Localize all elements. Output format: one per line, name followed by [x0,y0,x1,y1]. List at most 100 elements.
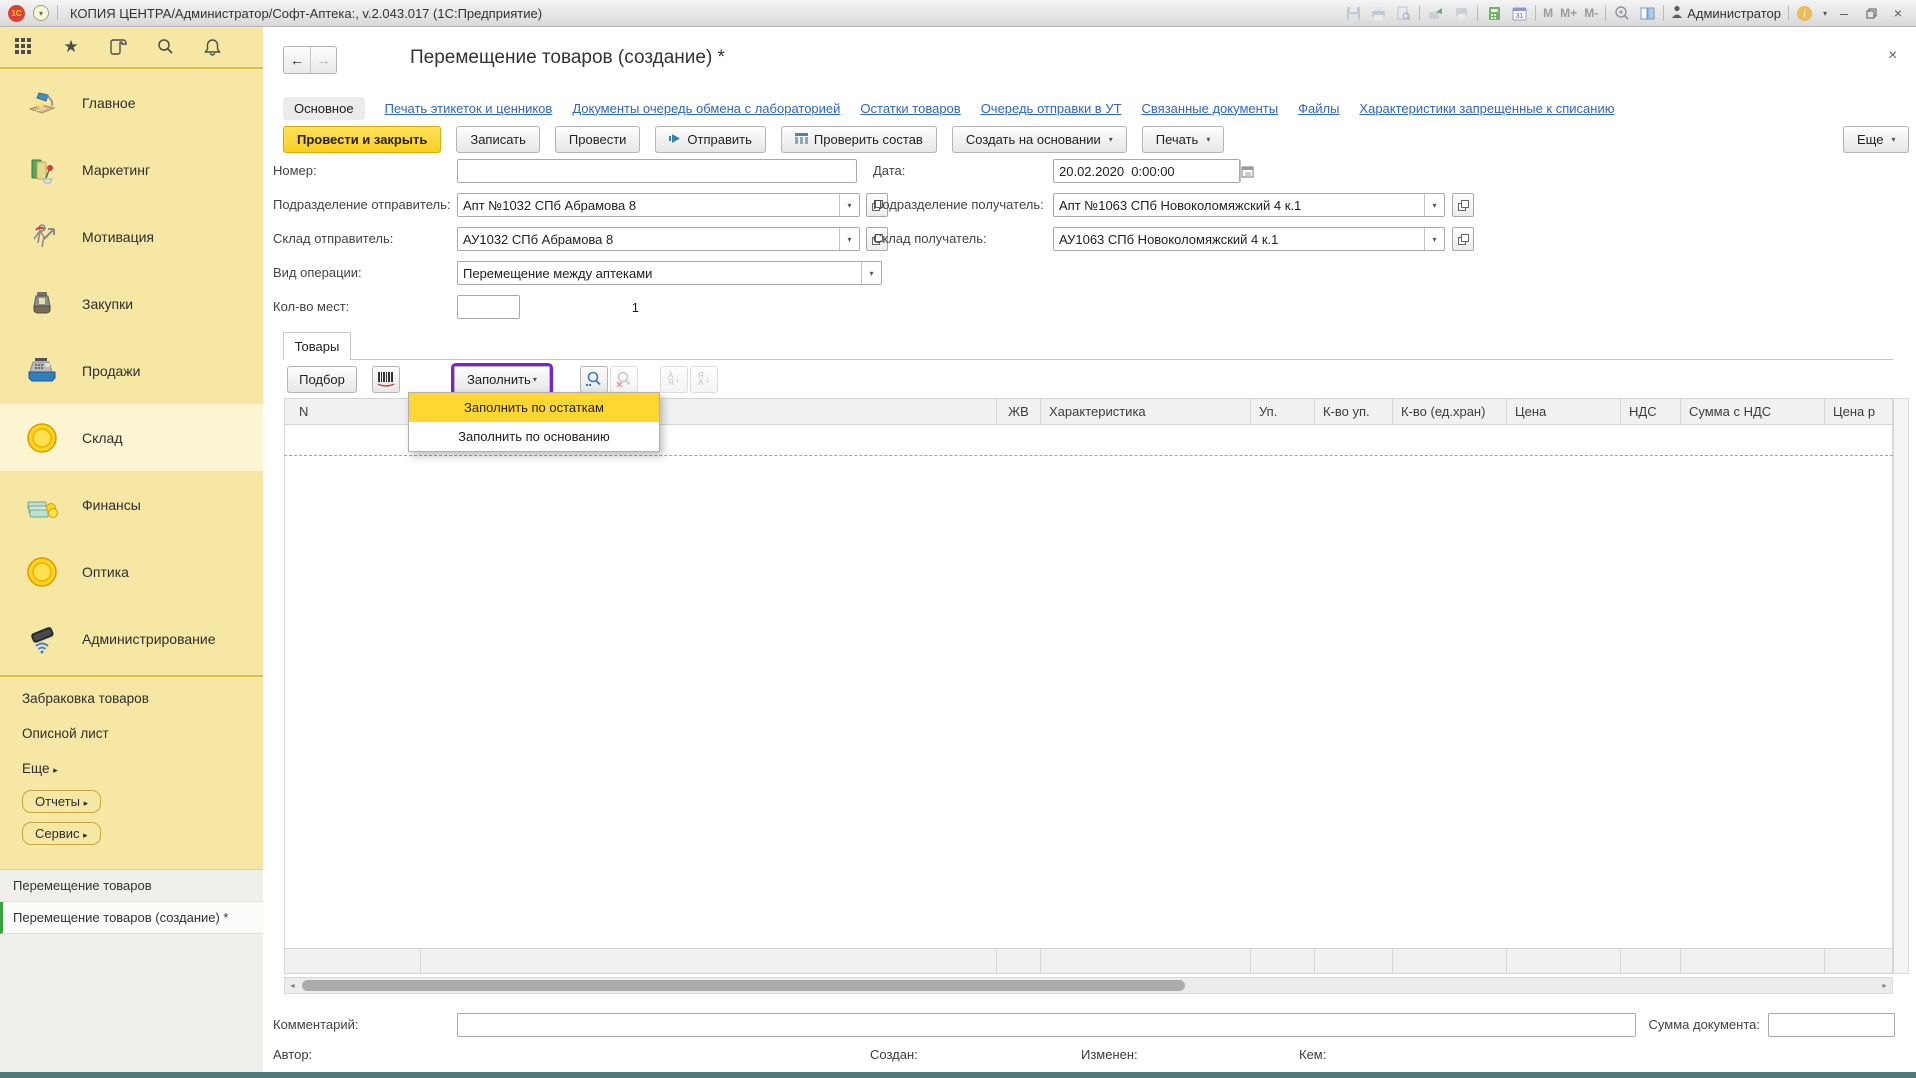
find-button[interactable] [580,366,608,393]
chevron-down-icon[interactable]: ▾ [1424,228,1444,250]
calculator-icon[interactable] [1485,4,1503,22]
receiver-warehouse-open-button[interactable] [1452,227,1474,251]
scrollbar-thumb[interactable] [302,980,1185,991]
save-icon[interactable] [1344,4,1362,22]
calendar-icon[interactable]: 31 [1510,4,1528,22]
minimize-button[interactable]: – [1834,4,1854,22]
sidebar-link-zabrakovka[interactable]: Забраковка товаров [22,691,263,706]
sender-division-field[interactable]: ▾ [457,193,860,217]
date-field[interactable] [1053,159,1240,183]
post-button[interactable]: Провести [555,126,641,153]
info-caret-icon[interactable]: ▾ [1823,9,1827,18]
check-content-button[interactable]: Проверить состав [781,126,937,153]
split-view-icon[interactable] [1638,4,1656,22]
link-pechat-etiketok[interactable]: Печать этикеток и ценников [385,101,553,116]
column-header-up[interactable]: Уп. [1251,399,1315,424]
service-button[interactable]: Сервис ▸ [22,822,101,845]
sidebar-item-glavnoe[interactable]: Главное [0,69,263,136]
sidebar-item-zakupki[interactable]: Закупки [0,270,263,337]
info-icon[interactable]: i [1796,4,1814,22]
memory-minus-button[interactable]: M- [1584,6,1598,20]
column-header-cena[interactable]: Цена [1507,399,1621,424]
column-header-zhv[interactable]: ЖВ [997,399,1041,424]
column-header-cena-r[interactable]: Цена р [1825,399,1892,424]
sidebar-item-optika[interactable]: Оптика [0,538,263,605]
scroll-left-icon[interactable]: ◂ [285,981,300,990]
menu-item-fill-by-basis[interactable]: Заполнить по основанию [409,422,659,451]
search-icon[interactable] [155,37,175,57]
column-header-kvo-ed[interactable]: К-во (ед.хран) [1393,399,1507,424]
sidebar-more-link[interactable]: Еще ▸ [22,761,263,776]
column-header-kvo-up[interactable]: К-во уп. [1315,399,1393,424]
form-close-button[interactable]: × [1888,47,1897,65]
link-svyazannye-dokumenty[interactable]: Связанные документы [1142,101,1279,116]
sender-division-input[interactable] [458,194,839,216]
receiver-warehouse-input[interactable] [1054,228,1424,250]
link-ostatki-tovarov[interactable]: Остатки товаров [860,101,960,116]
sender-warehouse-field[interactable]: ▾ [457,227,860,251]
chevron-down-icon[interactable]: ▾ [839,194,859,216]
operation-type-field[interactable]: ▾ [457,261,882,285]
print-doc-icon[interactable] [1452,4,1470,22]
chevron-down-icon[interactable]: ▾ [839,228,859,250]
column-header-n[interactable]: N [285,399,421,424]
receiver-division-field[interactable]: ▾ [1053,193,1445,217]
send-button[interactable]: Отправить [655,126,765,153]
print-icon[interactable] [1369,4,1387,22]
horizontal-scrollbar[interactable]: ◂ ▸ [284,977,1893,994]
link-fayly[interactable]: Файлы [1298,101,1339,116]
taskbar-item-active[interactable]: Перемещение товаров (создание) * [0,902,263,934]
receiver-warehouse-field[interactable]: ▾ [1053,227,1445,251]
create-from-button[interactable]: Создать на основании▾ [952,126,1127,153]
sort-descending-button[interactable]: ЯА↓ [690,366,718,393]
reports-button[interactable]: Отчеты ▸ [22,790,101,813]
sidebar-item-prodazhi[interactable]: Продажи [0,337,263,404]
sidebar-item-marketing[interactable]: Маркетинг [0,136,263,203]
sort-ascending-button[interactable]: АЯ↓ [660,366,688,393]
back-button[interactable]: ← [284,47,310,73]
number-input[interactable] [458,160,856,182]
sidebar-item-administrirovanie[interactable]: Администрирование [0,605,263,672]
post-and-close-button[interactable]: Провести и закрыть [283,126,441,153]
places-count-input[interactable] [458,296,644,318]
notifications-bell-icon[interactable] [202,37,222,57]
vertical-scrollbar[interactable] [1893,398,1909,974]
fill-button[interactable]: Заполнить▾ [454,366,550,393]
more-button[interactable]: Еще▾ [1843,126,1909,153]
sidebar-item-finansy[interactable]: Финансы [0,471,263,538]
column-header-nds[interactable]: НДС [1621,399,1681,424]
history-icon[interactable] [108,37,128,57]
current-user[interactable]: Администратор [1671,5,1781,21]
zoom-icon[interactable] [1613,4,1631,22]
sender-warehouse-input[interactable] [458,228,839,250]
operation-type-input[interactable] [458,262,861,284]
pick-button[interactable]: Подбор [287,366,357,393]
main-menu-button[interactable]: ▾ [33,5,49,21]
menu-item-fill-by-stock[interactable]: Заполнить по остаткам [409,393,659,422]
tab-tovary[interactable]: Товары [283,332,351,360]
chevron-down-icon[interactable]: ▾ [861,262,881,284]
barcode-scan-button[interactable] [372,366,400,393]
close-button[interactable]: × [1888,4,1908,22]
memory-button[interactable]: M [1543,6,1553,20]
date-input[interactable] [1054,160,1240,182]
sidebar-link-opisnoy-list[interactable]: Описной лист [22,726,263,741]
places-count-field[interactable] [457,295,520,319]
print-button[interactable]: Печать▾ [1142,126,1225,153]
memory-plus-button[interactable]: M+ [1560,6,1577,20]
link-ochered-otpravki[interactable]: Очередь отправки в УТ [981,101,1122,116]
send-link-icon[interactable] [1427,4,1445,22]
comment-input[interactable] [458,1014,1635,1036]
preview-icon[interactable] [1394,4,1412,22]
apps-grid-icon[interactable] [14,37,34,57]
sidebar-item-sklad[interactable]: Склад [0,404,263,471]
tab-osnovnoe[interactable]: Основное [283,97,365,120]
taskbar-item[interactable]: Перемещение товаров [0,870,263,902]
save-button[interactable]: Записать [456,126,540,153]
column-header-summa-nds[interactable]: Сумма с НДС [1681,399,1825,424]
column-header-kharakteristika[interactable]: Характеристика [1041,399,1251,424]
forward-button[interactable]: → [310,47,336,73]
number-field[interactable] [457,159,857,183]
link-kharakteristiki[interactable]: Характеристики запрещенные к списанию [1359,101,1614,116]
comment-field[interactable] [457,1013,1636,1037]
